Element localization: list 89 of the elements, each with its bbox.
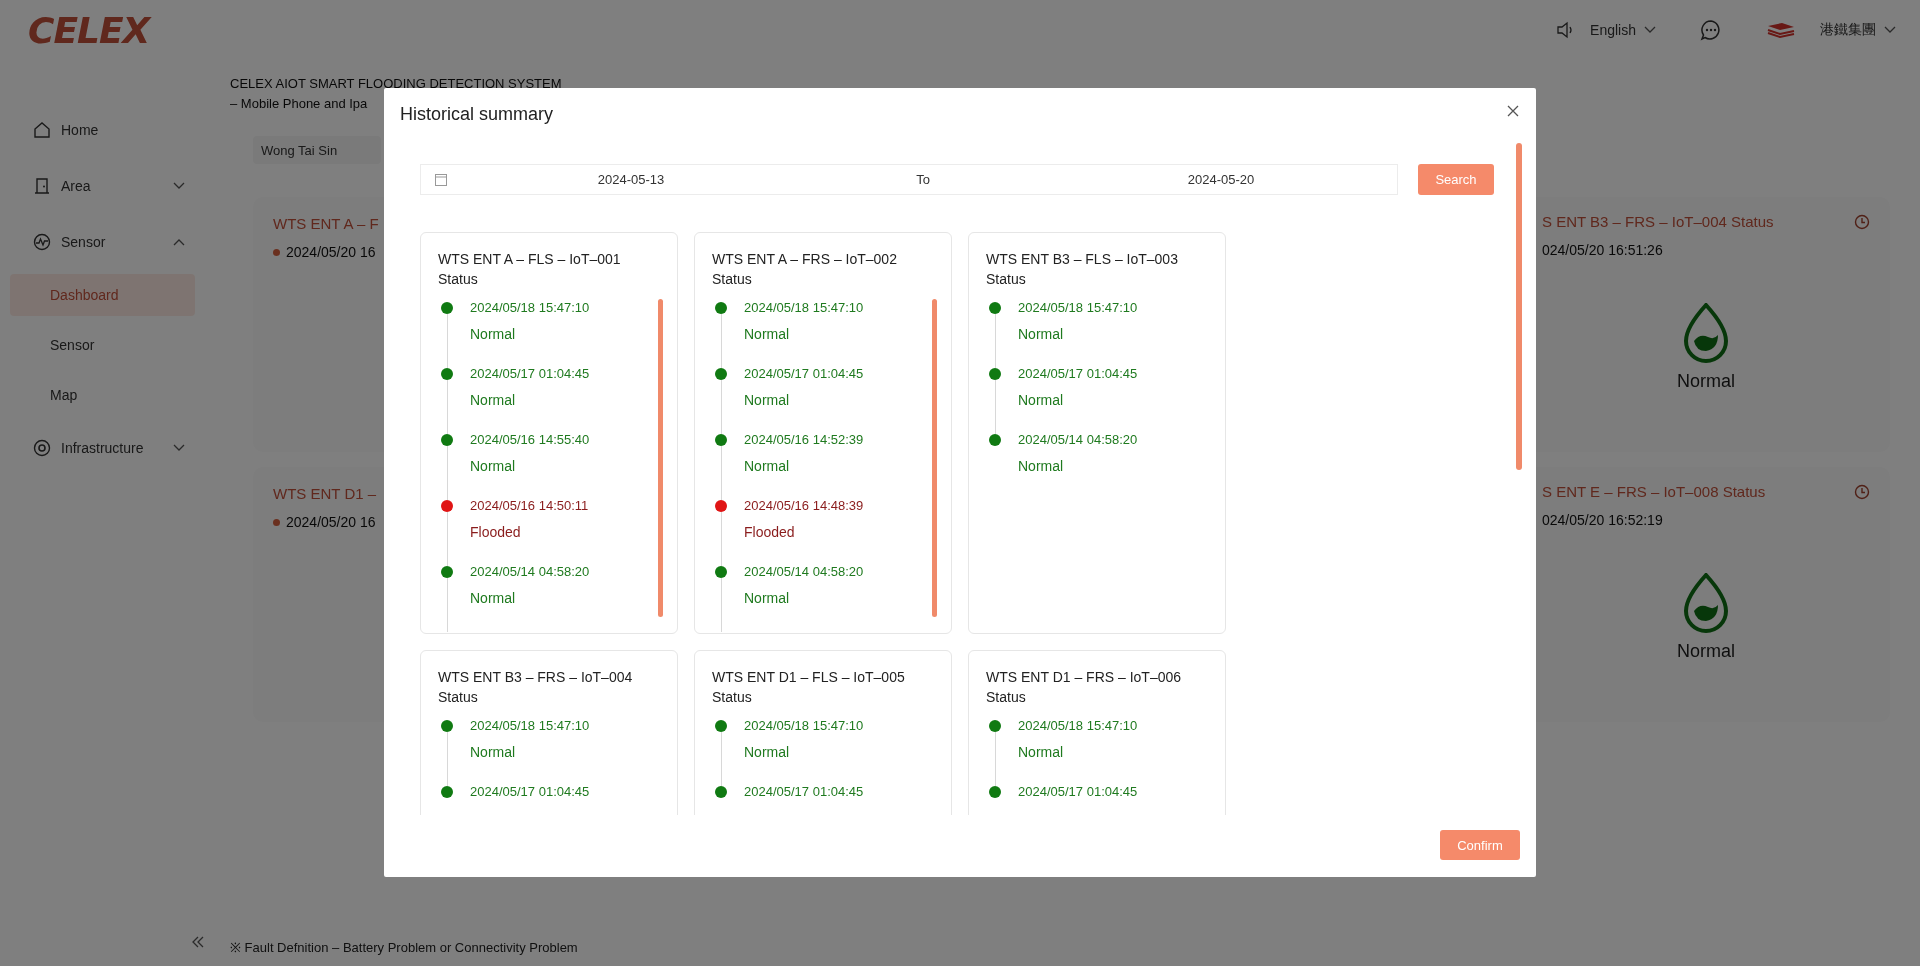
event-time: 2024/05/18 15:47:10	[744, 299, 865, 317]
confirm-button[interactable]: Confirm	[1440, 830, 1520, 860]
collapse-icon[interactable]	[191, 936, 205, 948]
home-icon	[33, 121, 51, 139]
event-time: 2024/05/18 15:47:10	[1018, 717, 1139, 735]
page-subtitle: – Mobile Phone and Ipa	[230, 95, 368, 113]
event-status: Normal	[744, 589, 791, 608]
event-time: 2024/05/18 15:47:10	[744, 717, 865, 735]
clock-icon[interactable]	[1854, 483, 1870, 500]
event-status: Normal	[1018, 391, 1065, 410]
scrollbar-thumb[interactable]	[1516, 143, 1522, 470]
event-time: 2024/05/17 01:04:45	[744, 783, 865, 801]
event-time: 2024/05/17 01:04:45	[744, 365, 865, 383]
event-time: 2024/05/17 01:04:45	[1018, 783, 1139, 801]
sidebar-subitem[interactable]: Map	[10, 374, 195, 416]
event-status: Flooded	[744, 523, 796, 542]
event-status: Normal	[470, 325, 517, 344]
sensor-status: Normal	[1677, 370, 1735, 392]
calendar-icon	[435, 173, 447, 186]
event-status: Normal	[744, 325, 791, 344]
sensor-title: WTS ENT D1 –	[273, 485, 378, 502]
event-time: 2024/05/17 01:04:45	[1018, 365, 1139, 383]
sensor-title: WTS ENT A – FLS – IoT–001 Status	[438, 250, 622, 289]
event-status: Normal	[470, 391, 517, 410]
sensor-title: WTS ENT B3 – FRS – IoT–004 Status	[438, 668, 634, 707]
modal-title: Historical summary	[400, 104, 554, 124]
sensor-title: WTS ENT B3 – FLS – IoT–003 Status	[986, 250, 1179, 289]
sensor-title: WTS ENT D1 – FLS – IoT–005 Status	[712, 668, 906, 707]
event-status: Normal	[1018, 325, 1065, 344]
scrollbar-thumb[interactable]	[932, 299, 937, 617]
sensor-time: 024/05/20 16:52:19	[1542, 512, 1663, 528]
search-button[interactable]: Search	[1418, 164, 1494, 195]
event-status: Normal	[744, 391, 791, 410]
sidebar-item[interactable]: Area	[0, 158, 205, 214]
status-dot	[273, 248, 280, 256]
target-icon	[33, 439, 51, 457]
event-time: 2024/05/18 15:47:10	[470, 717, 591, 735]
event-status: Normal	[470, 457, 517, 476]
sidebar-item[interactable]: Infrastructure	[0, 420, 205, 476]
chevron-down-icon	[1644, 26, 1656, 34]
event-time: 2024/05/16 14:50:11	[470, 497, 590, 515]
chat-bubble-icon[interactable]	[1700, 19, 1722, 41]
sensor-status: Normal	[1677, 640, 1735, 662]
event-time: 2024/05/14 04:58:20	[1018, 431, 1139, 449]
event-status: Normal	[1018, 743, 1065, 762]
event-status: Flooded	[470, 523, 522, 542]
event-time: 2024/05/16 14:48:39	[744, 497, 865, 515]
sidebar-item[interactable]: Home	[0, 102, 205, 158]
sensor-title: WTS ENT D1 – FRS – IoT–006 Status	[986, 668, 1183, 707]
event-status: Normal	[470, 589, 517, 608]
event-time: 2024/05/16 14:52:39	[744, 431, 865, 449]
sensor-time: 2024/05/20 16	[286, 244, 376, 260]
sensor-title: WTS ENT A – FRS – IoT–002 Status	[712, 250, 898, 289]
water-drop-icon	[1682, 302, 1730, 363]
sensor-time: 2024/05/20 16	[286, 514, 376, 530]
page-title: CELEX AIOT SMART FLOODING DETECTION SYSTEM	[230, 75, 562, 93]
event-time: 2024/05/17 01:04:45	[470, 783, 591, 801]
language-selector[interactable]: English	[1586, 20, 1660, 40]
logo: CELEX	[28, 9, 150, 51]
event-time: 2024/05/14 04:58:20	[744, 563, 865, 581]
event-status: Normal	[744, 743, 791, 762]
event-time: 2024/05/14 04:58:20	[470, 563, 591, 581]
sidebar-subitem[interactable]: Sensor	[10, 324, 195, 366]
event-time: 2024/05/18 15:47:10	[1018, 299, 1139, 317]
sensor-time: 024/05/20 16:51:26	[1542, 242, 1663, 258]
event-status: Normal	[744, 457, 791, 476]
area-select[interactable]: Wong Tai Sin	[253, 136, 381, 164]
close-icon[interactable]	[1506, 104, 1520, 118]
event-time: 2024/05/18 15:47:10	[470, 299, 591, 317]
sensor-title: S ENT B3 – FRS – IoT–004 Status	[1542, 213, 1774, 230]
event-status: Normal	[470, 743, 517, 762]
water-drop-icon	[1682, 572, 1730, 633]
sidebar-subitem[interactable]: Dashboard	[10, 274, 195, 316]
organization-menu[interactable]: 港鐵集團	[1816, 19, 1900, 41]
organization-logo-icon	[1766, 21, 1796, 39]
door-icon	[33, 177, 51, 195]
event-status: Normal	[1018, 457, 1065, 476]
chevron-down-icon	[1884, 26, 1896, 34]
event-time: 2024/05/17 01:04:45	[470, 365, 591, 383]
date-range-field[interactable]: 2024-05-13 To 2024-05-20	[420, 164, 1398, 195]
status-dot	[273, 518, 280, 526]
clock-icon[interactable]	[1854, 213, 1870, 230]
sensor-title: S ENT E – FRS – IoT–008 Status	[1542, 483, 1766, 500]
pulse-circle-icon	[33, 233, 51, 251]
sidebar-item[interactable]: Sensor	[0, 214, 205, 270]
sensor-title: WTS ENT A – F	[273, 215, 380, 232]
scrollbar-thumb[interactable]	[658, 299, 663, 617]
event-time: 2024/05/16 14:55:40	[470, 431, 591, 449]
fault-definition-note: ※ Fault Defnition – Battery Problem or Connectivity Problem	[230, 939, 579, 957]
